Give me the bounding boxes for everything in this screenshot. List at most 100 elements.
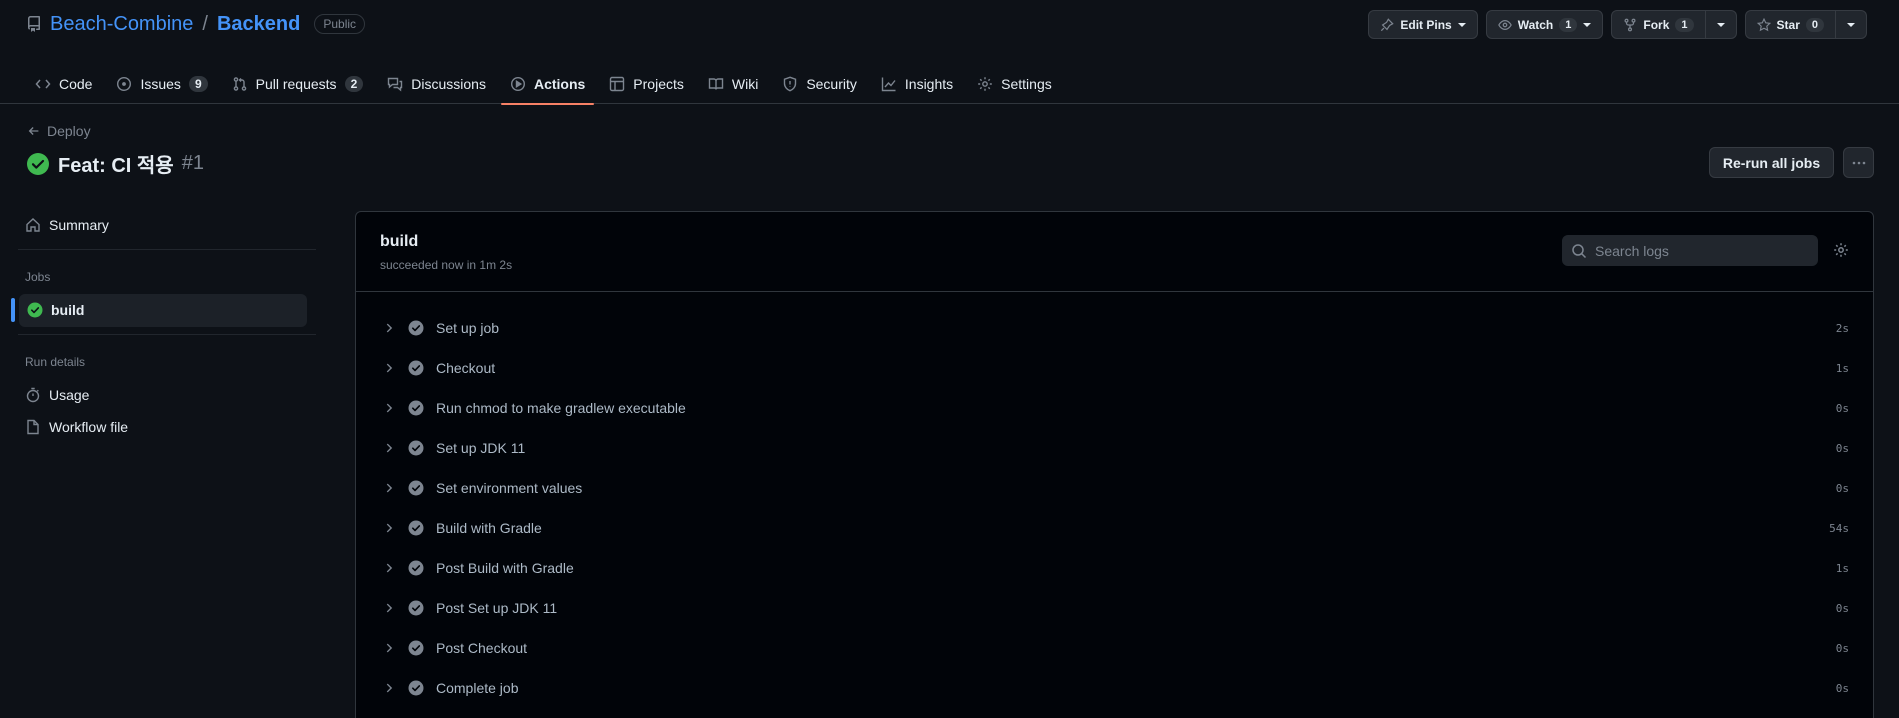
tab-actions[interactable]: Actions bbox=[500, 64, 595, 105]
check-circle-fill-icon bbox=[408, 600, 424, 616]
repo-name-link[interactable]: Backend bbox=[217, 13, 300, 36]
back-to-workflow-link[interactable]: Deploy bbox=[27, 123, 91, 139]
fork-count: 1 bbox=[1675, 17, 1694, 32]
visibility-badge: Public bbox=[314, 14, 366, 34]
file-icon bbox=[25, 419, 41, 435]
step-label: Build with Gradle bbox=[436, 520, 542, 536]
watch-count: 1 bbox=[1559, 17, 1578, 32]
chevron-right-icon bbox=[382, 481, 396, 495]
step-duration: 0s bbox=[1835, 401, 1849, 415]
chevron-right-icon bbox=[382, 601, 396, 615]
back-link-label: Deploy bbox=[47, 123, 91, 139]
job-step[interactable]: Post Build with Gradle 1s bbox=[356, 548, 1873, 588]
rerun-all-jobs-button[interactable]: Re-run all jobs bbox=[1709, 147, 1834, 178]
tab-projects[interactable]: Projects bbox=[600, 64, 693, 104]
step-label: Complete job bbox=[436, 680, 519, 696]
edit-pins-button[interactable]: Edit Pins bbox=[1368, 10, 1478, 39]
pin-icon bbox=[1380, 17, 1395, 32]
chevron-right-icon bbox=[382, 681, 396, 695]
search-logs-box[interactable] bbox=[1562, 235, 1818, 266]
job-step[interactable]: Complete job 0s bbox=[356, 668, 1873, 708]
chevron-down-icon bbox=[1583, 22, 1592, 27]
stopwatch-icon bbox=[25, 387, 41, 403]
sidebar-item-workflow-file[interactable]: Workflow file bbox=[25, 419, 128, 435]
tab-label: Actions bbox=[533, 76, 586, 92]
check-circle-fill-icon bbox=[408, 360, 424, 376]
job-step[interactable]: Run chmod to make gradlew executable 0s bbox=[356, 388, 1873, 428]
sidebar-divider bbox=[18, 249, 316, 250]
fork-dropdown-button[interactable] bbox=[1705, 10, 1737, 39]
tab-label: Discussions bbox=[411, 76, 486, 92]
graph-icon bbox=[881, 76, 897, 92]
job-step[interactable]: Build with Gradle 54s bbox=[356, 508, 1873, 548]
step-label: Set environment values bbox=[436, 480, 583, 496]
repo-separator: / bbox=[202, 12, 208, 35]
comment-discussion-icon bbox=[387, 76, 403, 92]
tab-issues[interactable]: Issues 9 bbox=[107, 64, 216, 104]
tab-settings[interactable]: Settings bbox=[968, 64, 1061, 104]
kebab-horizontal-icon bbox=[1851, 155, 1867, 171]
run-title: Feat: CI 적용 #1 bbox=[26, 149, 204, 178]
step-duration: 1s bbox=[1835, 361, 1849, 375]
search-logs-input[interactable] bbox=[1595, 242, 1805, 259]
tab-wiki[interactable]: Wiki bbox=[699, 64, 767, 104]
tab-label: Wiki bbox=[731, 76, 759, 92]
sidebar-job-selected-indicator bbox=[11, 298, 15, 322]
star-button[interactable]: Star 0 bbox=[1744, 10, 1836, 39]
chevron-right-icon bbox=[382, 641, 396, 655]
sidebar-item-usage[interactable]: Usage bbox=[25, 387, 89, 403]
step-label: Post Build with Gradle bbox=[436, 560, 574, 576]
check-circle-fill-icon bbox=[408, 680, 424, 696]
step-duration: 0s bbox=[1835, 681, 1849, 695]
job-step[interactable]: Set up job 2s bbox=[356, 308, 1873, 348]
code-icon bbox=[35, 76, 51, 92]
issue-opened-icon bbox=[116, 76, 132, 92]
check-circle-fill-icon bbox=[408, 440, 424, 456]
sidebar-run-details-heading: Run details bbox=[25, 355, 86, 369]
job-step[interactable]: Checkout 1s bbox=[356, 348, 1873, 388]
step-duration: 1s bbox=[1835, 561, 1849, 575]
sidebar-item-build-job[interactable]: build bbox=[27, 302, 84, 318]
job-step[interactable]: Set environment values 0s bbox=[356, 468, 1873, 508]
check-circle-fill-icon bbox=[408, 640, 424, 656]
fork-button[interactable]: Fork 1 bbox=[1611, 10, 1706, 39]
step-label: Post Checkout bbox=[436, 640, 528, 656]
job-step[interactable]: Post Set up JDK 11 0s bbox=[356, 588, 1873, 628]
check-circle-fill-icon bbox=[408, 400, 424, 416]
tab-pull-requests[interactable]: Pull requests 2 bbox=[223, 64, 373, 104]
job-step[interactable]: Post Checkout 0s bbox=[356, 628, 1873, 668]
tab-label: Code bbox=[59, 76, 93, 92]
watch-button[interactable]: Watch 1 bbox=[1485, 10, 1604, 39]
job-log-header: build succeeded now in 1m 2s bbox=[356, 212, 1873, 292]
job-status: succeeded now in 1m 2s bbox=[380, 258, 513, 272]
run-number: #1 bbox=[181, 152, 204, 174]
chevron-down-icon bbox=[1716, 22, 1725, 27]
chevron-right-icon bbox=[382, 561, 396, 575]
more-options-button[interactable] bbox=[1843, 147, 1874, 178]
step-duration: 0s bbox=[1835, 441, 1849, 455]
log-settings-gear-icon[interactable] bbox=[1833, 242, 1849, 258]
step-label: Set up JDK 11 bbox=[436, 440, 526, 456]
watch-label: Watch bbox=[1517, 17, 1554, 32]
tab-label: Settings bbox=[1001, 76, 1052, 92]
tab-discussions[interactable]: Discussions bbox=[378, 64, 495, 104]
step-duration: 54s bbox=[1829, 521, 1849, 535]
star-dropdown-button[interactable] bbox=[1836, 10, 1867, 39]
step-duration: 0s bbox=[1835, 641, 1849, 655]
sidebar-jobs-heading: Jobs bbox=[25, 270, 51, 284]
sidebar-item-summary[interactable]: Summary bbox=[25, 217, 109, 233]
repo-owner-link[interactable]: Beach-Combine bbox=[50, 13, 193, 36]
job-step[interactable]: Set up JDK 11 0s bbox=[356, 428, 1873, 468]
tab-insights[interactable]: Insights bbox=[872, 64, 962, 104]
tab-code[interactable]: Code bbox=[26, 64, 101, 104]
step-label: Post Set up JDK 11 bbox=[436, 600, 558, 616]
pull-requests-count: 2 bbox=[344, 76, 364, 92]
tab-security[interactable]: Security bbox=[773, 64, 866, 104]
check-circle-fill-icon bbox=[26, 152, 50, 176]
star-icon bbox=[1756, 17, 1771, 32]
step-label: Checkout bbox=[436, 360, 496, 376]
home-icon bbox=[25, 217, 41, 233]
sidebar-item-label: build bbox=[51, 302, 85, 318]
tab-label: Security bbox=[806, 76, 857, 92]
step-label: Run chmod to make gradlew executable bbox=[436, 400, 686, 416]
